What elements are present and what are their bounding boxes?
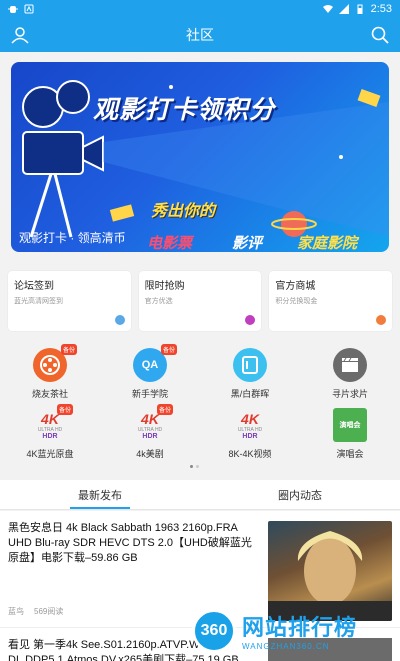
- qa-icon-text: QA: [141, 359, 159, 371]
- feature-card-subtitle: 蓝光高清网签到: [14, 298, 63, 305]
- backup-badge: 备份: [60, 344, 77, 355]
- grid-item-4k-bluray[interactable]: 4K ULTRA HD HDR 备份 4K蓝光原盘: [0, 404, 100, 468]
- banner-tag-review: 影评: [232, 235, 263, 252]
- watermark-logo: 360: [192, 608, 236, 653]
- grid-item-label: 4K蓝光原盘: [26, 449, 74, 459]
- pager-dot: [196, 465, 199, 468]
- grid-item-label: 寻片求片: [331, 389, 368, 399]
- backup-badge: 备份: [56, 404, 73, 415]
- grid-item-newbie-academy[interactable]: QA 备份 新手学院: [100, 344, 200, 408]
- user-icon[interactable]: [10, 25, 30, 45]
- pager-dots: [190, 465, 199, 468]
- post-author: 蓝鸟: [8, 607, 24, 616]
- category-grid: 备份 烧友茶社 QA 备份 新手学院 黑/白群晖 寻片求片 4K ULTRA H…: [0, 344, 400, 468]
- 4k-logo-text: 4K: [241, 410, 259, 427]
- tab-circle-news[interactable]: 圈内动态: [200, 480, 400, 509]
- feature-card-subtitle: 官方优选: [144, 298, 173, 305]
- banner-headline: 观影打卡领积分: [93, 96, 276, 124]
- concert-icon-text: 演唱会: [339, 422, 361, 429]
- hdr-logo-text: HDR: [42, 432, 58, 440]
- nas-icon: [233, 348, 267, 382]
- bug-icon: [8, 6, 18, 13]
- status-time: 2:53: [370, 3, 392, 15]
- watermark-subtitle: WANGZHAN360.CN: [242, 642, 330, 651]
- grid-item-label: 8K-4K视频: [228, 449, 272, 459]
- grid-item-label: 烧友茶社: [31, 389, 68, 399]
- feature-card-title: 限时抢购: [144, 281, 185, 292]
- qa-icon: QA 备份: [133, 344, 177, 382]
- page-title: 社区: [186, 27, 214, 43]
- store-icon: [376, 315, 387, 325]
- battery-icon: [357, 4, 363, 14]
- help-icon: [114, 315, 125, 325]
- search-icon[interactable]: [370, 25, 390, 45]
- grid-item-nas[interactable]: 黑/白群晖: [200, 348, 300, 408]
- hdr-logo-text: HDR: [142, 432, 158, 440]
- post-title: 黑色安息日 4k Black Sabbath 1963 2160p.FRA UH…: [8, 522, 252, 564]
- post-reads: 569阅读: [34, 607, 64, 616]
- grid-item-concert[interactable]: 演唱会 演唱会: [300, 408, 400, 468]
- feature-card-title: 官方商城: [275, 281, 316, 292]
- hdr-logo-text: HDR: [242, 432, 258, 440]
- watermark: 360 网站排行榜 WANGZHAN360.CN: [192, 600, 400, 661]
- grid-item-4k-us-series[interactable]: 4K ULTRA HD HDR 备份 4k美剧: [100, 404, 200, 468]
- 4k-hdr-logo-icon: 4K ULTRA HD HDR 备份: [131, 404, 173, 442]
- feature-card-store[interactable]: 官方商城 积分兑换现金: [269, 271, 393, 331]
- grid-item-8k-video[interactable]: 4K ULTRA HD HDR 8K-4K视频: [200, 408, 300, 468]
- feature-card-flash-sale[interactable]: 限时抢购 官方优选: [138, 271, 262, 331]
- banner-tag-home-theater: 家庭影院: [297, 235, 358, 252]
- banner-tag-ticket: 电影票: [147, 235, 193, 252]
- grid-item-label: 黑/白群晖: [230, 389, 270, 399]
- tab-label: 最新发布: [78, 489, 122, 502]
- feature-card-signin[interactable]: 论坛签到 蓝光高清网签到: [8, 271, 131, 331]
- banner-caption: 观影打卡 · 领高清币: [19, 231, 126, 245]
- tab-label: 圈内动态: [278, 489, 322, 502]
- feature-card-subtitle: 积分兑换现金: [275, 298, 318, 305]
- feature-cards: 论坛签到 蓝光高清网签到 限时抢购 官方优选 官方商城 积分兑换现金: [8, 271, 393, 331]
- pager-dot: [190, 465, 193, 468]
- tab-latest[interactable]: 最新发布: [0, 480, 200, 509]
- grid-item-label: 4k美剧: [136, 449, 164, 459]
- app-header: 社区: [0, 18, 400, 52]
- status-bar: 2:53: [0, 0, 400, 18]
- grid-item-tea-house[interactable]: 备份 烧友茶社: [0, 344, 100, 408]
- grid-item-film-request[interactable]: 寻片求片: [300, 348, 400, 408]
- clapperboard-icon: [333, 348, 367, 382]
- sale-tag-icon: [245, 315, 256, 325]
- post-meta: 蓝鸟 569阅读: [8, 606, 63, 617]
- grid-item-label: 演唱会: [336, 449, 364, 459]
- feature-card-title: 论坛签到: [14, 281, 54, 292]
- 4k-hdr-logo-icon: 4K ULTRA HD HDR: [231, 408, 269, 442]
- concert-icon: 演唱会: [333, 408, 367, 442]
- wifi-icon: [322, 5, 333, 13]
- 4k-hdr-logo-icon: 4K ULTRA HD HDR 备份: [31, 404, 73, 442]
- banner-subline: 秀出你的: [151, 203, 216, 220]
- grid-item-label: 新手学院: [131, 389, 168, 399]
- film-reel-icon: 备份: [33, 344, 77, 382]
- signal-icon: [338, 4, 349, 14]
- app-notification-icon: [24, 4, 34, 14]
- backup-badge: 备份: [160, 344, 177, 355]
- content-tabs: 最新发布 圈内动态: [0, 480, 400, 510]
- watermark-title: 网站排行榜: [242, 615, 358, 640]
- promo-banner[interactable]: 观影打卡领积分 秀出你的 电影票 影评 家庭影院 观影打卡 · 领高清币: [11, 62, 389, 252]
- backup-badge: 备份: [156, 404, 173, 415]
